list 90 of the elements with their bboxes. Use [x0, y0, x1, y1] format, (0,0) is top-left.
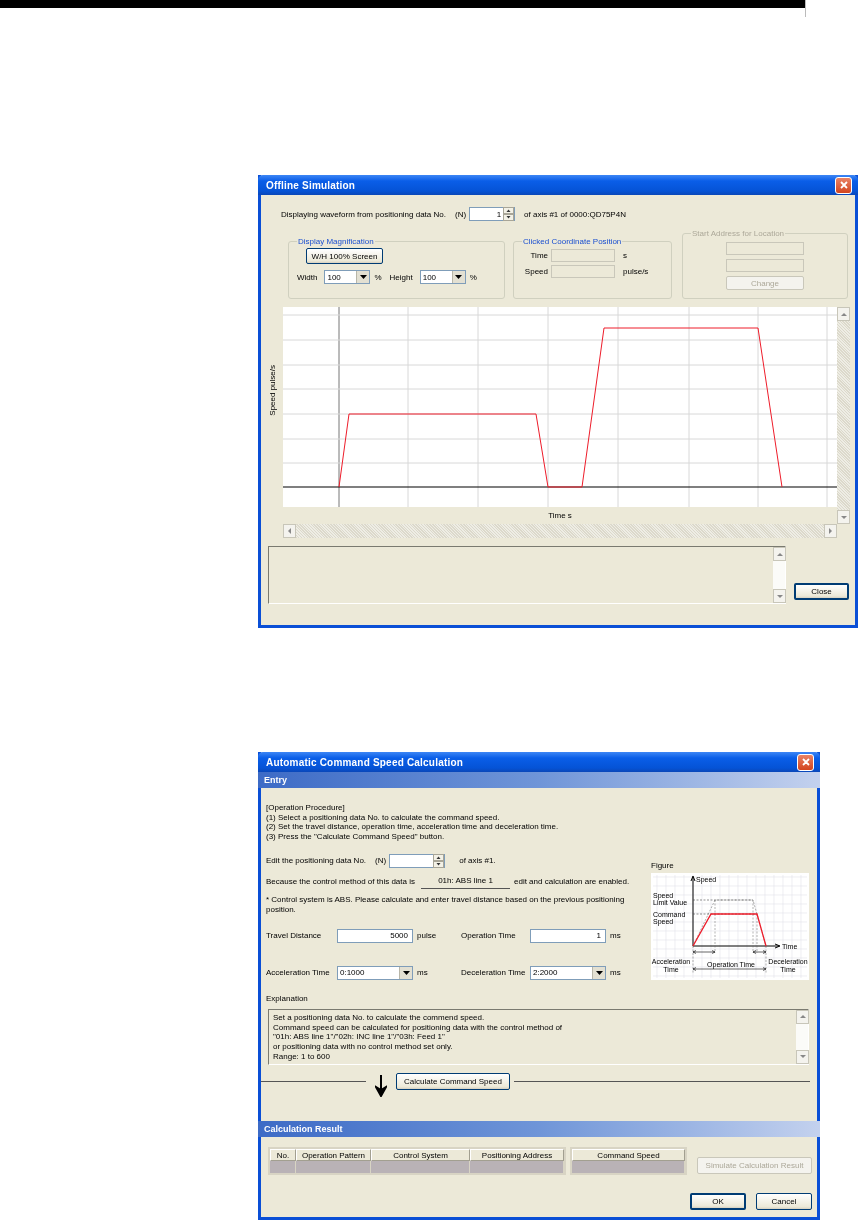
caret-icon: [595, 970, 603, 975]
column-header: No.: [270, 1148, 296, 1161]
dropdown-field[interactable]: 100: [324, 270, 371, 284]
unit-label: s: [623, 251, 627, 260]
field-label: Travel Distance: [266, 931, 323, 941]
note-text: * Control system is ABS. Please calculate and enter travel distance based on the previous positioning position.: [266, 894, 626, 915]
field-label: Deceleration Time: [461, 968, 527, 978]
down-arrow-icon: [375, 1074, 387, 1097]
column-header: Operation Pattern: [296, 1148, 371, 1161]
readonly-field: [551, 265, 615, 278]
section-header: Entry: [258, 772, 820, 788]
instruction-text: (3) Press the "Calculate Command Speed" button.: [266, 832, 446, 842]
value-display: 01h: ABS line 1: [421, 874, 510, 889]
field-label: Operation Time: [461, 931, 517, 941]
scroll-arrow-button[interactable]: [283, 524, 296, 538]
close-icon: [801, 758, 810, 766]
section-header: Calculation Result: [258, 1120, 820, 1137]
scroll-arrow-button[interactable]: [796, 1009, 809, 1024]
field-label: Because the control method of this data is: [266, 877, 415, 887]
dropdown-button[interactable]: [399, 966, 412, 979]
vertical-scrollbar[interactable]: [796, 1009, 808, 1064]
window-title: Automatic Command Speed Calculation: [266, 756, 464, 768]
field-label: Acceleration Time: [266, 968, 331, 978]
field-label: (N): [454, 209, 467, 219]
caret-icon: [455, 275, 463, 279]
close-button[interactable]: Close: [794, 583, 849, 600]
spin-field[interactable]: [389, 853, 446, 868]
scroll-arrow-button[interactable]: [837, 307, 850, 321]
field-label: of axis #1.: [459, 856, 496, 866]
column-header: Control System: [371, 1148, 470, 1161]
instruction-text: (2) Set the travel distance, operation time, acceleration time and deceleration time.: [266, 822, 560, 833]
figure-label: Figure: [651, 860, 675, 870]
button[interactable]: W/H 100% Screen: [306, 248, 383, 264]
dropdown-button[interactable]: [592, 966, 605, 979]
field-label: Height: [389, 272, 413, 282]
column-header: Positioning Address: [470, 1148, 564, 1161]
unit-label: ms: [609, 931, 622, 941]
instruction-text: [Operation Procedure]: [266, 803, 346, 813]
unit-label: pulse: [416, 931, 438, 941]
vertical-scrollbar[interactable]: [837, 307, 850, 524]
scroll-arrow-button[interactable]: [773, 547, 787, 561]
button: Change: [726, 276, 804, 290]
unit-label: %: [469, 272, 477, 282]
field-label: Time: [529, 251, 548, 260]
dropdown-button[interactable]: [451, 271, 465, 283]
vertical-scrollbar[interactable]: [773, 547, 786, 603]
header-rule: [805, 0, 806, 17]
scroll-arrow-button[interactable]: [796, 1049, 809, 1064]
axis-label: Time s: [547, 510, 573, 522]
ok-button[interactable]: OK: [690, 1192, 746, 1210]
readonly-field: [551, 249, 615, 262]
axis-label: Speed pulse/s: [268, 365, 278, 416]
dropdown-button[interactable]: [356, 271, 370, 283]
spin-field[interactable]: 1: [469, 207, 516, 221]
input-field[interactable]: 1: [530, 928, 606, 943]
close-icon: [839, 181, 848, 189]
scroll-arrow-button[interactable]: [824, 524, 837, 538]
explanation-text: Set a positioning data No. to calculate the commend speed. Command speed can be calculated for positioning data with the control method of "01h: ABS line 1"/"02h: INC line 1"/"03h: Feed 1" or positioning data with no control method set only. Range: 1 to 600: [272, 1011, 564, 1063]
field-label: of axis #1 of 0000:QD75P4N: [524, 209, 626, 219]
spin-arrows-icon: [503, 207, 515, 221]
field-label: Explanation: [266, 993, 309, 1003]
dropdown-field[interactable]: 2:2000: [530, 965, 606, 980]
unit-label: %: [374, 272, 382, 282]
caret-icon: [402, 970, 410, 975]
field-label: Displaying waveform from positioning data No.: [281, 209, 446, 219]
column-header: Command Speed: [572, 1148, 685, 1161]
field-label: Edit the positioning data No.: [266, 856, 367, 866]
group-title: Display Magnification: [297, 237, 375, 246]
dropdown-field[interactable]: 0:1000: [337, 965, 413, 980]
scroll-arrow-button[interactable]: [773, 589, 787, 603]
cancel-button[interactable]: Cancel: [756, 1192, 812, 1210]
unit-label: ms: [416, 968, 429, 978]
field-label: Width: [297, 272, 318, 282]
close-button[interactable]: [835, 176, 852, 194]
window-title: Offline Simulation: [266, 179, 356, 191]
button[interactable]: Calculate Command Speed: [396, 1072, 510, 1090]
field-label: edit and calculation are enabled.: [514, 877, 630, 887]
field-label: (N): [375, 856, 387, 866]
unit-label: ms: [609, 968, 622, 978]
caret-icon: [359, 275, 367, 279]
field-label: Speed: [523, 267, 548, 276]
close-button[interactable]: [797, 753, 814, 771]
group-title: Clicked Coordinate Position: [522, 237, 623, 246]
scroll-arrow-button[interactable]: [837, 510, 850, 524]
input-field[interactable]: 5000: [337, 928, 413, 943]
horizontal-scrollbar[interactable]: [283, 524, 837, 538]
spin-arrows-icon: [433, 853, 445, 868]
dropdown-field[interactable]: 100: [419, 270, 466, 284]
unit-label: pulse/s: [623, 267, 649, 276]
instruction-text: (1) Select a positioning data No. to calculate the command speed.: [266, 812, 501, 823]
